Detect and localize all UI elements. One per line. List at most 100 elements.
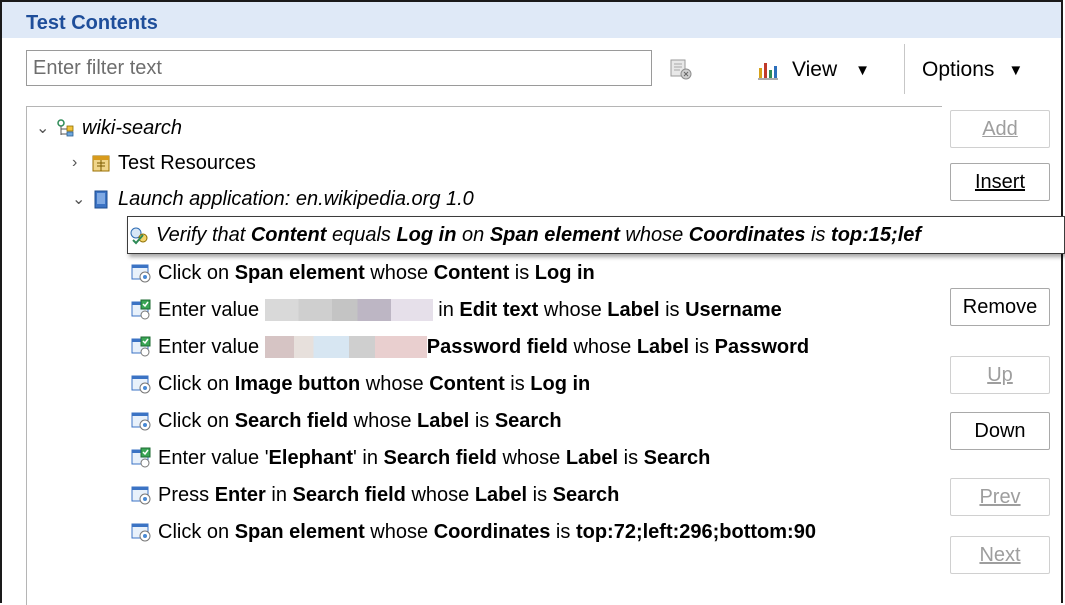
add-label: Add bbox=[982, 117, 1018, 140]
step-text: Enter value in Edit text whose Label is … bbox=[158, 299, 782, 322]
step-keyword: Coordinates bbox=[433, 520, 551, 543]
step-fragment: is bbox=[469, 409, 495, 432]
step-fragment: is bbox=[550, 520, 576, 543]
step-keyword: Content bbox=[429, 372, 505, 395]
step-fragment: whose bbox=[619, 223, 689, 246]
step-keyword: Content bbox=[250, 223, 327, 246]
tree-item-test-resources[interactable]: › Test Resources bbox=[72, 146, 256, 180]
step-fragment: whose bbox=[360, 372, 430, 395]
step-keyword: Span element bbox=[234, 520, 365, 543]
click-step-icon bbox=[130, 484, 152, 506]
step-fragment: whose bbox=[405, 483, 475, 506]
step-text: Verify that Content equals Log in on Spa… bbox=[156, 224, 921, 247]
step-keyword: Search bbox=[552, 483, 620, 506]
tree-item-step-selected[interactable]: Verify that Content equals Log in on Spa… bbox=[127, 216, 1065, 254]
tree-item-step[interactable]: Click on Span element whose Coordinates … bbox=[130, 515, 935, 549]
step-fragment: is bbox=[689, 335, 715, 358]
step-keyword: Password field bbox=[426, 335, 568, 358]
filter-input[interactable] bbox=[27, 51, 651, 85]
click-step-icon bbox=[130, 373, 152, 395]
step-fragment: whose bbox=[348, 409, 418, 432]
next-button[interactable]: Next bbox=[950, 536, 1050, 574]
tree-item-step[interactable]: Click on Image button whose Content is L… bbox=[130, 367, 590, 401]
panel-title: Test Contents bbox=[26, 12, 158, 34]
step-keyword: Span element bbox=[489, 223, 620, 246]
root-label: wiki-search bbox=[82, 116, 183, 139]
view-label: View bbox=[792, 58, 838, 81]
step-keyword: Search bbox=[494, 409, 562, 432]
step-fragment: is bbox=[805, 223, 832, 246]
verify-step-icon bbox=[128, 224, 150, 246]
resources-icon bbox=[92, 155, 110, 172]
panel-title-bar: Test Contents bbox=[2, 2, 1061, 38]
view-chart-icon bbox=[758, 63, 778, 80]
step-fragment: whose bbox=[364, 520, 434, 543]
step-fragment: Enter value ' bbox=[158, 446, 269, 469]
step-text: Enter value Password field whose Label i… bbox=[158, 336, 809, 359]
tree-item-step[interactable]: Enter value Password field whose Label i… bbox=[130, 330, 809, 364]
step-keyword: Search bbox=[643, 446, 711, 469]
step-fragment: Verify that bbox=[156, 223, 251, 246]
tree-item-launch[interactable]: ⌄ Launch application: en.wikipedia.org 1… bbox=[72, 182, 474, 216]
step-keyword: Search field bbox=[292, 483, 406, 506]
step-text: Press Enter in Search field whose Label … bbox=[158, 484, 619, 507]
step-fragment: on bbox=[456, 223, 490, 246]
step-keyword: top:15;lef bbox=[831, 223, 922, 246]
step-text: Click on Image button whose Content is L… bbox=[158, 373, 590, 396]
tree-item-step[interactable]: Click on Span element whose Content is L… bbox=[130, 256, 595, 290]
step-fragment: in bbox=[432, 298, 460, 321]
enter-value-step-icon bbox=[130, 447, 152, 469]
step-keyword: Coordinates bbox=[688, 223, 806, 246]
step-keyword: Enter bbox=[214, 483, 266, 506]
step-fragment: whose bbox=[364, 261, 434, 284]
remove-button[interactable]: Remove bbox=[950, 288, 1050, 326]
step-keyword: Span element bbox=[234, 261, 365, 284]
tree-item-step[interactable]: Enter value 'Elephant' in Search field w… bbox=[130, 441, 710, 475]
step-keyword: Log in bbox=[396, 223, 457, 246]
step-fragment: whose bbox=[567, 335, 637, 358]
step-text: Click on Span element whose Coordinates … bbox=[158, 521, 816, 544]
tree-item-root[interactable]: ⌄ wiki-search bbox=[36, 111, 182, 145]
up-button[interactable]: Up bbox=[950, 356, 1050, 394]
view-dropdown-icon: ▼ bbox=[855, 61, 870, 79]
redacted-value bbox=[264, 299, 433, 322]
view-menu-button[interactable]: View ▼ bbox=[756, 54, 870, 86]
step-keyword: Log in bbox=[530, 372, 591, 395]
step-text: Enter value 'Elephant' in Search field w… bbox=[158, 447, 710, 470]
click-step-icon bbox=[130, 262, 152, 284]
insert-button[interactable]: Insert bbox=[950, 163, 1050, 201]
step-keyword: Elephant bbox=[268, 446, 353, 469]
down-button[interactable]: Down bbox=[950, 412, 1050, 450]
step-fragment: Click on bbox=[158, 261, 235, 284]
step-text: Click on Search field whose Label is Sea… bbox=[158, 410, 562, 433]
step-fragment: Enter value bbox=[158, 335, 265, 358]
filter-input-box[interactable] bbox=[26, 50, 652, 86]
click-step-icon bbox=[130, 521, 152, 543]
step-keyword: Label bbox=[607, 298, 660, 321]
expand-chevron-icon[interactable]: › bbox=[72, 154, 90, 172]
step-fragment: is bbox=[509, 261, 535, 284]
insert-label: Insert bbox=[974, 170, 1026, 193]
step-fragment: whose bbox=[538, 298, 608, 321]
tree-item-step[interactable]: Press Enter in Search field whose Label … bbox=[130, 478, 619, 512]
test-suite-icon bbox=[57, 119, 74, 137]
enter-value-step-icon bbox=[130, 299, 152, 321]
tree-item-step[interactable]: Enter value in Edit text whose Label is … bbox=[130, 293, 782, 327]
clear-filter-icon[interactable] bbox=[668, 56, 694, 82]
step-fragment: Click on bbox=[158, 520, 235, 543]
up-label: Up bbox=[987, 363, 1013, 386]
prev-button[interactable]: Prev bbox=[950, 478, 1050, 516]
tree-item-step[interactable]: Click on Search field whose Label is Sea… bbox=[130, 404, 562, 438]
launch-label: Launch application: en.wikipedia.org 1.0 bbox=[118, 187, 474, 210]
step-fragment: Enter value bbox=[158, 298, 265, 321]
step-fragment: is bbox=[527, 483, 553, 506]
collapse-chevron-icon[interactable]: ⌄ bbox=[36, 118, 54, 138]
collapse-chevron-icon[interactable]: ⌄ bbox=[72, 189, 90, 209]
options-menu-button[interactable]: Options ▼ bbox=[922, 54, 1023, 86]
launch-app-icon bbox=[94, 190, 108, 209]
resources-label: Test Resources bbox=[118, 151, 256, 174]
step-fragment: ' in bbox=[353, 446, 384, 469]
add-button[interactable]: Add bbox=[950, 110, 1050, 148]
step-fragment: is bbox=[659, 298, 686, 321]
prev-label: Prev bbox=[979, 485, 1021, 508]
